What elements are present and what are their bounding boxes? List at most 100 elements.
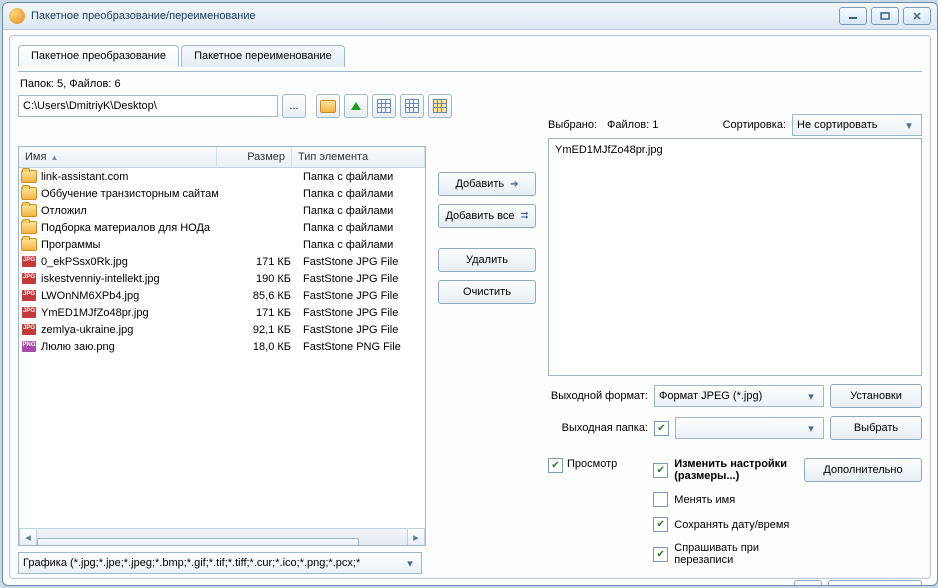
- file-type: FastStone JPG File: [297, 290, 423, 302]
- clear-button[interactable]: Очистить: [438, 280, 536, 304]
- output-folder-checkbox[interactable]: ✔: [654, 421, 669, 436]
- file-name: iskestvenniy-intellekt.jpg: [37, 273, 229, 285]
- folder-icon: [21, 221, 37, 234]
- client-area: Пакетное преобразование Пакетное переиме…: [9, 35, 931, 579]
- view-details-button[interactable]: [372, 94, 396, 118]
- file-size: 85,6 КБ: [229, 290, 297, 302]
- keepdate-option[interactable]: ✔ Сохранять дату/время: [653, 517, 794, 532]
- format-settings-button[interactable]: Установки: [830, 384, 922, 408]
- output-panel: Выбрано: Файлов: 1 Сортировка: Не сортир…: [548, 114, 922, 586]
- up-arrow-icon: [351, 102, 361, 110]
- home-folder-button[interactable]: [316, 94, 340, 118]
- table-row[interactable]: Подборка материалов для НОДаПапка с файл…: [19, 219, 425, 236]
- ellipsis-icon: ...: [289, 100, 298, 112]
- resize-checkbox[interactable]: ✔: [653, 463, 668, 478]
- type-filter-combo[interactable]: Графика (*.jpg;*.jpe;*.jpeg;*.bmp;*.gif;…: [18, 552, 422, 574]
- path-input[interactable]: C:\Users\DmitriyK\Desktop\: [18, 95, 278, 117]
- selected-files-list[interactable]: YmED1MJfZo48pr.jpg: [548, 138, 922, 376]
- double-arrow-right-icon: ⮆: [521, 211, 529, 222]
- table-row[interactable]: Оббучение транзисторным сайтамПапка с фа…: [19, 185, 425, 202]
- file-type: FastStone JPG File: [297, 324, 423, 336]
- browse-path-button[interactable]: ...: [282, 94, 306, 118]
- file-name: link-assistant.com: [37, 171, 229, 183]
- file-type: FastStone PNG File: [297, 341, 423, 353]
- details-icon: [377, 99, 391, 113]
- selected-label: Выбрано:: [548, 119, 597, 131]
- list-icon: [405, 99, 419, 113]
- up-folder-button[interactable]: [344, 94, 368, 118]
- start-button[interactable]: Старт: [828, 580, 922, 586]
- table-row[interactable]: iskestvenniy-intellekt.jpg190 КБFastSton…: [19, 270, 425, 287]
- preview-tool-button[interactable]: [794, 580, 822, 586]
- table-row[interactable]: Люлю заю.png18,0 КБFastStone PNG File: [19, 338, 425, 355]
- ask-option[interactable]: ✔ Спрашивать при перезаписи: [653, 542, 794, 566]
- folder-icon: [320, 100, 336, 113]
- file-size: 92,1 КБ: [229, 324, 297, 336]
- table-row[interactable]: zemlya-ukraine.jpg92,1 КБFastStone JPG F…: [19, 321, 425, 338]
- maximize-button[interactable]: [871, 7, 899, 25]
- file-list-header: Имя▲ Размер Тип элемента: [19, 147, 425, 168]
- file-list[interactable]: Имя▲ Размер Тип элемента link-assistant.…: [18, 146, 426, 546]
- resize-option[interactable]: ✔ Изменить настройки (размеры...): [653, 458, 794, 482]
- keepdate-label: Сохранять дату/время: [674, 519, 789, 531]
- ask-checkbox[interactable]: ✔: [653, 547, 668, 562]
- file-size: 190 КБ: [229, 273, 297, 285]
- file-size: 171 КБ: [229, 256, 297, 268]
- col-type[interactable]: Тип элемента: [292, 147, 425, 167]
- thumbs-icon: [433, 99, 447, 113]
- close-button[interactable]: [903, 7, 931, 25]
- jpg-icon: [22, 324, 36, 335]
- file-name: zemlya-ukraine.jpg: [37, 324, 229, 336]
- scroll-right-button[interactable]: ▸: [407, 528, 425, 546]
- tab-batch-convert[interactable]: Пакетное преобразование: [18, 45, 179, 67]
- file-panel: Имя▲ Размер Тип элемента link-assistant.…: [18, 146, 426, 574]
- scroll-left-button[interactable]: ◂: [19, 528, 37, 546]
- file-name: YmED1MJfZo48pr.jpg: [37, 307, 229, 319]
- preview-checkbox[interactable]: ✔: [548, 458, 563, 473]
- jpg-icon: [22, 290, 36, 301]
- file-size: 171 КБ: [229, 307, 297, 319]
- output-format-value: Формат JPEG (*.jpg): [659, 390, 762, 402]
- output-format-combo[interactable]: Формат JPEG (*.jpg) ▾: [654, 385, 824, 407]
- tab-batch-rename[interactable]: Пакетное переименование: [181, 45, 345, 67]
- file-size: 18,0 КБ: [229, 341, 297, 353]
- file-rows: link-assistant.comПапка с файламиОббучен…: [19, 168, 425, 528]
- add-all-button[interactable]: Добавить все⮆: [438, 204, 536, 228]
- list-item[interactable]: YmED1MJfZo48pr.jpg: [551, 141, 919, 158]
- table-row[interactable]: ОтложилПапка с файлами: [19, 202, 425, 219]
- minimize-button[interactable]: [839, 7, 867, 25]
- col-name[interactable]: Имя▲: [19, 147, 217, 167]
- advanced-button[interactable]: Дополнительно: [804, 458, 922, 482]
- table-row[interactable]: 0_ekPSsx0Rk.jpg171 КБFastStone JPG File: [19, 253, 425, 270]
- scroll-thumb[interactable]: [37, 538, 359, 546]
- resize-label: Изменить настройки (размеры...): [674, 458, 794, 482]
- file-name: LWOnNM6XPb4.jpg: [37, 290, 229, 302]
- file-name: Программы: [37, 239, 229, 251]
- remove-button[interactable]: Удалить: [438, 248, 536, 272]
- file-type: FastStone JPG File: [297, 256, 423, 268]
- table-row[interactable]: Программы Папка с файлами: [19, 236, 425, 253]
- h-scrollbar[interactable]: ◂ ▸: [19, 528, 425, 545]
- jpg-icon: [22, 256, 36, 267]
- output-folder-combo[interactable]: ▾: [675, 417, 824, 439]
- view-thumbs-button[interactable]: [428, 94, 452, 118]
- chevron-down-icon: ▾: [803, 390, 819, 403]
- selected-file-name: YmED1MJfZo48pr.jpg: [555, 144, 663, 156]
- rename-checkbox[interactable]: [653, 492, 668, 507]
- view-list-button[interactable]: [400, 94, 424, 118]
- keepdate-checkbox[interactable]: ✔: [653, 517, 668, 532]
- sort-value: Не сортировать: [797, 119, 878, 131]
- add-button[interactable]: Добавить➔: [438, 172, 536, 196]
- table-row[interactable]: LWOnNM6XPb4.jpg85,6 КБFastStone JPG File: [19, 287, 425, 304]
- browse-output-button[interactable]: Выбрать: [830, 416, 922, 440]
- folder-icon: [21, 238, 37, 251]
- file-type: Папка с файлами: [297, 171, 423, 183]
- file-type: Папка с файлами: [297, 239, 423, 251]
- table-row[interactable]: YmED1MJfZo48pr.jpg171 КБFastStone JPG Fi…: [19, 304, 425, 321]
- table-row[interactable]: link-assistant.com Папка с файлами: [19, 168, 425, 185]
- rename-option[interactable]: Менять имя: [653, 492, 794, 507]
- col-size[interactable]: Размер: [217, 147, 292, 167]
- file-type: Папка с файлами: [297, 188, 423, 200]
- sort-combo[interactable]: Не сортировать ▾: [792, 114, 922, 136]
- ask-label: Спрашивать при перезаписи: [674, 542, 794, 566]
